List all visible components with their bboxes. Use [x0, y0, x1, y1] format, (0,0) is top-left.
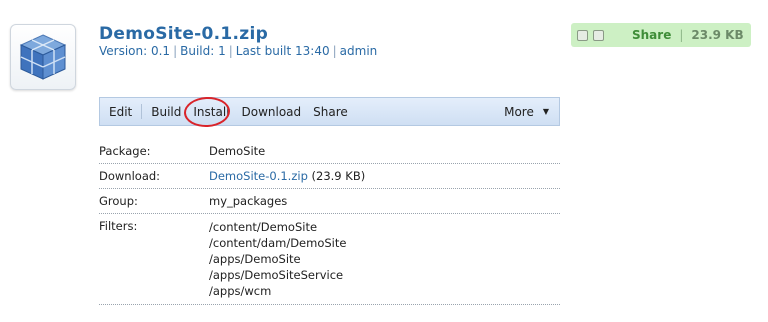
filters-list: /content/DemoSite /content/dam/DemoSite …	[209, 219, 346, 299]
detail-row-group: Group: my_packages	[99, 189, 560, 214]
download-label: Download:	[99, 169, 161, 183]
highlight-circle	[183, 95, 232, 128]
filter-item: /content/dam/DemoSite	[209, 236, 347, 250]
package-value: DemoSite	[209, 144, 266, 158]
package-meta: Version: 0.1 | Build: 1 | Last built 13:40 | a…	[99, 44, 378, 58]
detail-row-download: Download: DemoSite-0.1.zip (23.9 KB)	[99, 164, 560, 189]
download-value: DemoSite-0.1.zip (23.9 KB)	[209, 169, 365, 183]
group-label: Group:	[99, 194, 138, 208]
edit-button[interactable]: Edit	[103, 105, 138, 119]
package-title: DemoSite-0.1.zip	[99, 24, 269, 44]
package-toolbar: Edit Build Install Download Share More ▼	[99, 95, 560, 128]
filter-item: /apps/DemoSiteService	[209, 268, 344, 282]
status-squares-icon	[577, 29, 604, 41]
download-size: (23.9 KB)	[311, 169, 366, 183]
badge-size: 23.9 KB	[691, 28, 744, 42]
meta-build: Build: 1	[180, 44, 226, 58]
meta-last-built: Last built 13:40	[235, 44, 330, 58]
group-value: my_packages	[209, 194, 288, 208]
package-details: Package: DemoSite Download: DemoSite-0.1…	[99, 139, 560, 305]
package-icon	[10, 24, 76, 90]
download-link[interactable]: DemoSite-0.1.zip	[209, 169, 308, 183]
more-label: More	[504, 104, 534, 119]
toolbar-divider	[141, 104, 143, 119]
detail-row-filters: Filters: /content/DemoSite /content/dam/…	[99, 214, 560, 305]
filter-item: /content/DemoSite	[209, 220, 318, 234]
filters-label: Filters:	[99, 219, 138, 233]
filter-item: /apps/DemoSite	[209, 252, 301, 266]
caret-down-icon: ▼	[542, 107, 549, 116]
detail-row-package: Package: DemoSite	[99, 139, 560, 164]
share-button[interactable]: Share	[307, 105, 354, 119]
badge-label: Share	[632, 28, 672, 42]
filter-item: /apps/wcm	[209, 284, 272, 298]
build-button[interactable]: Build	[145, 105, 187, 119]
meta-version: Version: 0.1	[99, 44, 171, 58]
meta-user: admin	[339, 44, 378, 58]
install-button[interactable]: Install	[183, 95, 235, 128]
more-menu-button[interactable]: More ▼	[504, 105, 549, 119]
share-status-badge: Share | 23.9 KB	[571, 23, 751, 47]
package-label: Package:	[99, 144, 151, 158]
download-button[interactable]: Download	[236, 105, 308, 119]
